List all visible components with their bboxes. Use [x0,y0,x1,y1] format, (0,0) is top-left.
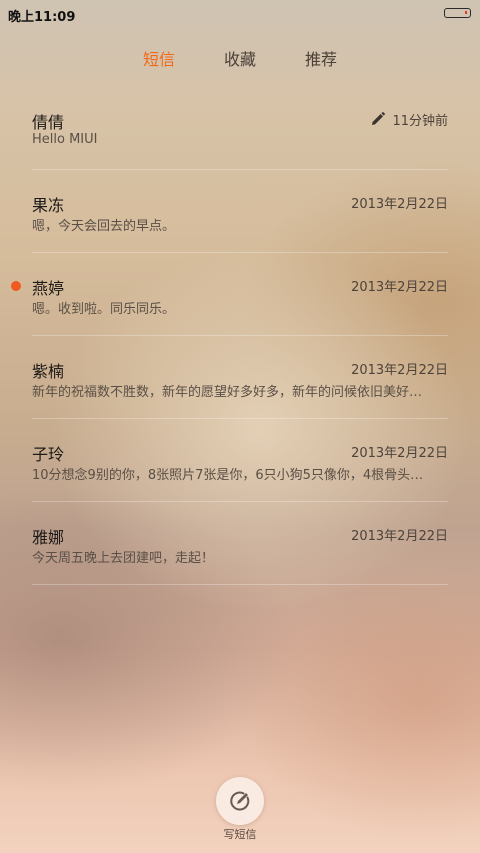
divider [32,584,448,585]
message-time: 2013年2月22日 [351,529,448,544]
message-time: 11分钟前 [392,114,448,129]
contact-name: 燕婷 [32,279,65,298]
pencil-icon [372,112,385,125]
message-preview: 今天周五晚上去团建吧，走起！ [32,551,215,566]
list-item[interactable]: 紫楠 2013年2月22日 新年的祝福数不胜数，新年的愿望好多好多，新年的问候依… [0,336,480,419]
message-preview: 嗯。收到啦。同乐同乐。 [32,302,176,317]
compose-icon [230,791,250,811]
contact-name: 紫楠 [32,362,65,381]
message-time: 2013年2月22日 [351,197,448,212]
message-preview: 嗯，今天会回去的早点。 [32,219,176,234]
tab-recommend[interactable]: 推荐 [305,46,337,70]
tab-favorites[interactable]: 收藏 [224,46,256,70]
status-time: 晚上11:09 [8,10,76,25]
contact-name: 果冻 [32,196,65,215]
message-time: 2013年2月22日 [351,446,448,461]
list-item[interactable]: 子玲 2013年2月22日 10分想念9别的你，8张照片7张是你，6只小狗5只像… [0,419,480,502]
compose-button[interactable] [216,777,264,825]
tab-sms[interactable]: 短信 [143,46,175,70]
tab-bar: 短信 收藏 推荐 [0,46,480,70]
message-preview: Hello MIUI [32,132,98,147]
list-item[interactable]: 雅娜 2013年2月22日 今天周五晚上去团建吧，走起！ [0,502,480,585]
message-preview: 10分想念9别的你，8张照片7张是你，6只小狗5只像你，4根骨头… [32,468,424,483]
compose-label[interactable]: 写短信 [216,826,264,842]
battery-icon [444,8,471,18]
list-item[interactable]: 果冻 2013年2月22日 嗯，今天会回去的早点。 [0,170,480,253]
message-time: 2013年2月22日 [351,280,448,295]
unread-dot-icon [11,281,21,291]
message-preview: 新年的祝福数不胜数，新年的愿望好多好多，新年的问候依旧美好… [32,385,423,400]
list-item[interactable]: 倩倩 11分钟前 Hello MIUI [0,87,480,170]
message-time: 2013年2月22日 [351,363,448,378]
status-bar: 晚上11:09 [0,0,480,28]
list-item[interactable]: 燕婷 2013年2月22日 嗯。收到啦。同乐同乐。 [0,253,480,336]
contact-name: 倩倩 [32,113,65,132]
contact-name: 雅娜 [32,528,65,547]
contact-name: 子玲 [32,445,65,464]
